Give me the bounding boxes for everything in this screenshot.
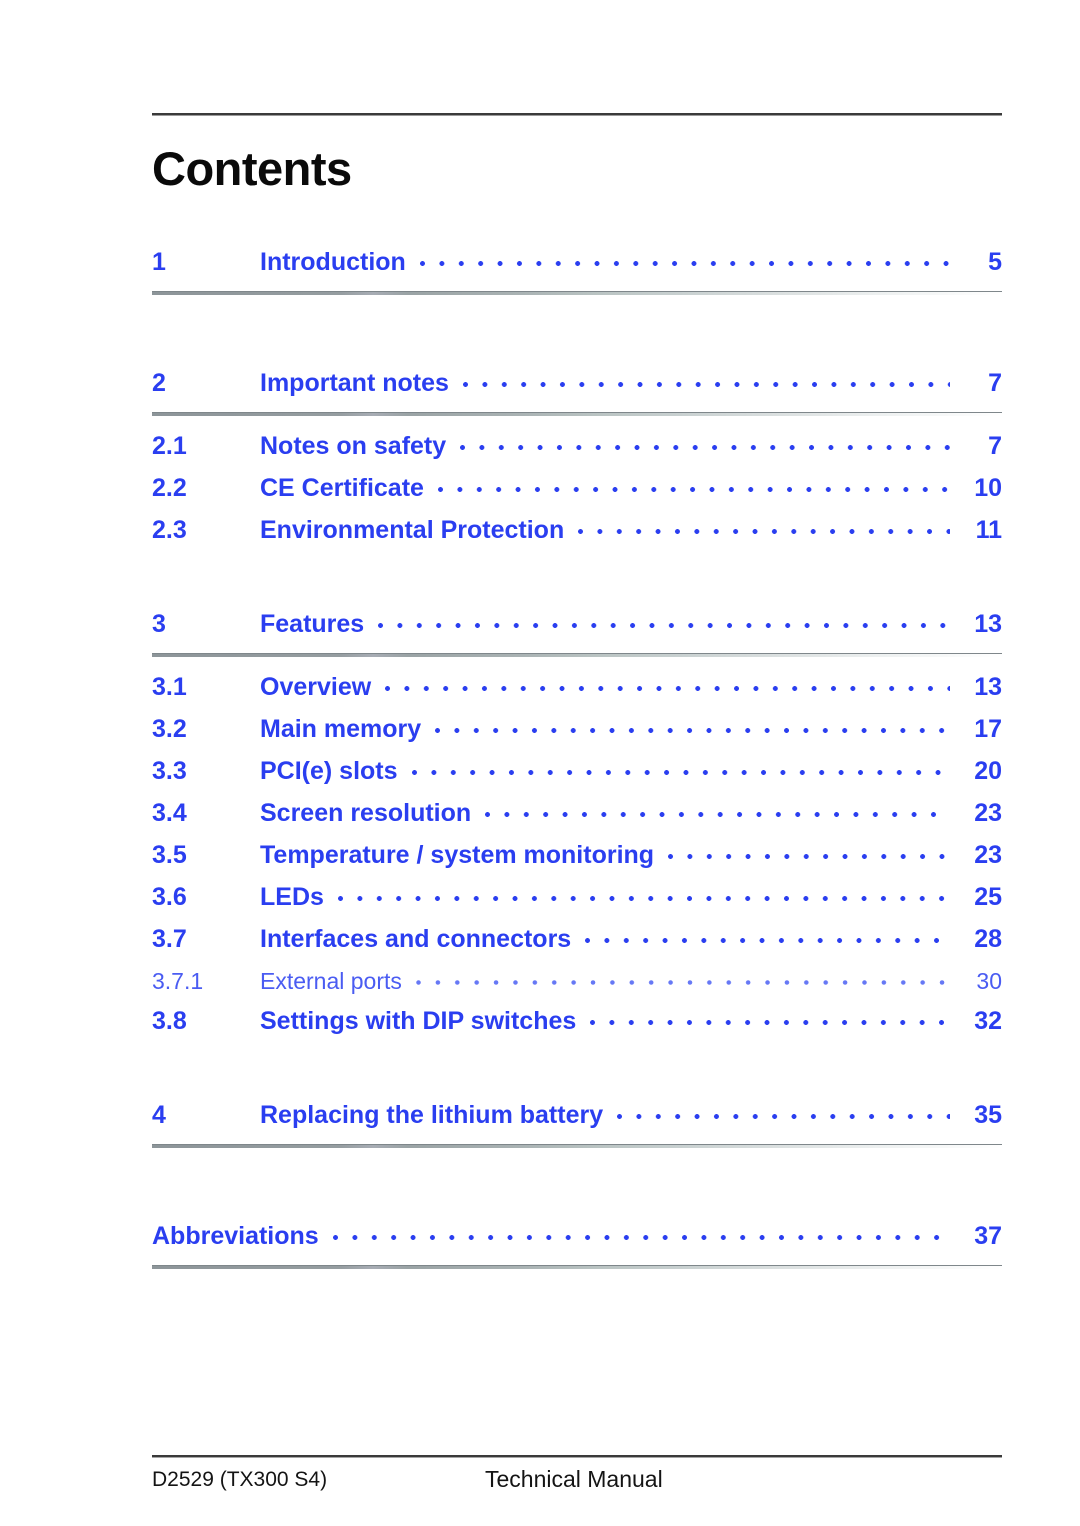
toc-entry-number: 3.1 — [152, 673, 187, 701]
toc-dot-leader — [337, 883, 950, 905]
toc-entry-label: Screen resolution — [260, 799, 472, 827]
toc-entry-page-number: 10 — [974, 474, 1002, 502]
toc-entry-page-number: 37 — [974, 1222, 1002, 1250]
toc-entry-number: 3.8 — [152, 1007, 187, 1035]
footer-document-id: D2529 (TX300 S4) — [152, 1468, 328, 1491]
toc-entry-number: 3.3 — [152, 757, 187, 785]
toc-dot-leader — [385, 673, 950, 695]
toc-entry-page-number: 32 — [974, 1007, 1002, 1035]
table-of-contents: 1 Introduction 5 2 Important notes 7 2.1 Notes … — [152, 248, 1002, 1297]
toc-dot-leader — [585, 925, 950, 947]
toc-entry-label: Environmental Protection — [260, 516, 565, 544]
toc-dot-leader — [435, 715, 950, 737]
toc-entry[interactable]: 3.4 Screen resolution 23 — [152, 799, 1002, 841]
toc-dot-leader — [462, 369, 950, 391]
toc-entry[interactable]: 3.8 Settings with DIP switches 32 — [152, 1007, 1002, 1049]
page-title: Contents — [152, 142, 352, 195]
toc-entry-label: CE Certificate — [260, 474, 424, 502]
toc-dot-leader — [460, 432, 950, 454]
toc-dot-leader — [437, 474, 950, 496]
toc-entry-label: Settings with DIP switches — [260, 1007, 577, 1035]
toc-entry-label: Interfaces and connectors — [260, 925, 572, 953]
toc-entry[interactable]: 4 Replacing the lithium battery 35 — [152, 1101, 1002, 1143]
toc-entry-page-number: 5 — [988, 248, 1002, 276]
toc-entry[interactable]: 3.7.1 External ports 30 — [152, 967, 1002, 1007]
toc-dot-leader — [590, 1007, 950, 1029]
toc-entry[interactable]: 1 Introduction 5 — [152, 248, 1002, 290]
toc-entry-page-number: 7 — [988, 369, 1002, 397]
toc-entry-page-number: 28 — [974, 925, 1002, 953]
toc-entry-page-number: 25 — [974, 883, 1002, 911]
toc-entry[interactable]: 2.2 CE Certificate 10 — [152, 474, 1002, 516]
toc-entry-label: Important notes — [260, 369, 449, 397]
toc-entry-page-number: 30 — [976, 968, 1002, 994]
toc-entry-number: 2.3 — [152, 516, 187, 544]
toc-entry-page-number: 20 — [974, 757, 1002, 785]
toc-entry-number: 1 — [152, 248, 166, 276]
toc-entry-number: 2 — [152, 369, 166, 397]
toc-entry-label: PCI(e) slots — [260, 757, 398, 785]
toc-entry-page-number: 11 — [975, 516, 1002, 544]
toc-entry-number: 4 — [152, 1101, 166, 1129]
toc-entry[interactable]: 3.5 Temperature / system monitoring 23 — [152, 841, 1002, 883]
toc-entry[interactable]: 3 Features 13 — [152, 610, 1002, 652]
footer-manual-type: Technical Manual — [485, 1466, 663, 1492]
toc-entry-number: 2.2 — [152, 474, 187, 502]
toc-entry-page-number: 23 — [974, 799, 1002, 827]
toc-entry[interactable]: 3.7 Interfaces and connectors 28 — [152, 925, 1002, 967]
toc-dot-leader — [332, 1222, 950, 1244]
toc-entry-label: Features — [260, 610, 365, 638]
toc-entry[interactable]: 2 Important notes 7 — [152, 369, 1002, 411]
toc-entry[interactable]: 3.2 Main memory 17 — [152, 715, 1002, 757]
document-page: Contents 1 Introduction 5 2 Important notes 7… — [0, 0, 1080, 1526]
toc-entry-number: 3 — [152, 610, 166, 638]
toc-dot-leader — [485, 799, 950, 821]
toc-entry[interactable]: 3.1 Overview 13 — [152, 673, 1002, 715]
toc-entry-page-number: 7 — [988, 432, 1002, 460]
toc-dot-leader — [415, 967, 950, 989]
toc-entry-page-number: 13 — [974, 673, 1002, 701]
toc-dot-leader — [419, 248, 950, 270]
toc-entry-label: Notes on safety — [260, 432, 447, 460]
toc-entry[interactable]: 2.3 Environmental Protection 11 — [152, 516, 1002, 558]
toc-entry-label: Replacing the lithium battery — [260, 1101, 604, 1129]
toc-entry-number: 3.7 — [152, 925, 187, 953]
toc-entry-page-number: 35 — [974, 1101, 1002, 1129]
toc-entry-label: Main memory — [260, 715, 422, 743]
toc-dot-leader — [668, 841, 950, 863]
toc-entry-page-number: 17 — [974, 715, 1002, 743]
toc-entry-label: Temperature / system monitoring — [260, 841, 655, 869]
toc-entry[interactable]: 3.6 LEDs 25 — [152, 883, 1002, 925]
toc-entry-page-number: 13 — [974, 610, 1002, 638]
toc-entry[interactable]: 2.1 Notes on safety 7 — [152, 432, 1002, 474]
toc-entry-number: 2.1 — [152, 432, 187, 460]
toc-entry-label: Introduction — [260, 248, 406, 276]
toc-dot-leader — [378, 610, 950, 632]
toc-entry-number: 3.5 — [152, 841, 187, 869]
toc-entry-number: 3.4 — [152, 799, 187, 827]
toc-entry-label: Overview — [260, 673, 372, 701]
footer-rule — [152, 1455, 1002, 1458]
toc-dot-leader — [578, 516, 950, 538]
toc-entry[interactable]: 3.3 PCI(e) slots 20 — [152, 757, 1002, 799]
toc-entry[interactable]: Abbreviations 37 — [152, 1222, 1002, 1264]
toc-entry-label: LEDs — [260, 883, 324, 911]
header-rule — [152, 113, 1002, 116]
toc-entry-number: 3.7.1 — [152, 968, 204, 994]
toc-entry-label: External ports — [260, 968, 402, 994]
toc-dot-leader — [617, 1101, 950, 1123]
toc-entry-number: 3.6 — [152, 883, 187, 911]
toc-dot-leader — [411, 757, 950, 779]
toc-entry-page-number: 23 — [974, 841, 1002, 869]
toc-entry-label: Abbreviations — [152, 1222, 319, 1250]
toc-entry-number: 3.2 — [152, 715, 187, 743]
